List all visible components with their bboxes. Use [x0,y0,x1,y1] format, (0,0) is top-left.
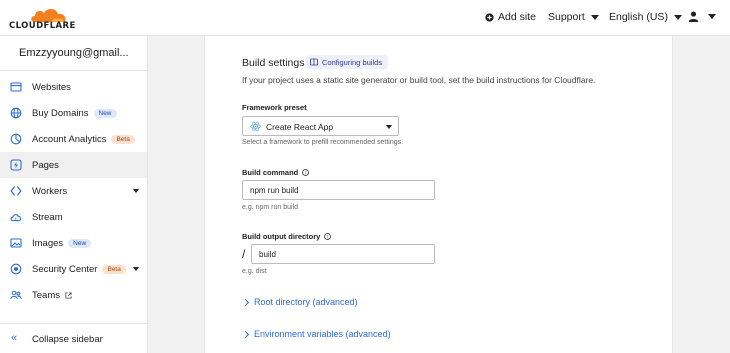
chevron-down-icon[interactable] [133,189,139,193]
sidebar-item-label: Stream [32,212,63,223]
sidebar-item-buy-domains[interactable]: Buy Domains New [0,100,147,126]
build-command-input[interactable] [242,180,435,200]
root-directory-toggle[interactable]: Root directory (advanced) [241,297,358,307]
build-settings-card: Build settings Configuring builds If you… [204,36,673,353]
plus-circle-icon [485,12,494,22]
sidebar-item-label-group: Images New [32,238,92,249]
framework-preset-select[interactable]: Create React App [242,116,399,136]
sidebar-item-label: Security Center [32,264,98,275]
workers-icon [10,186,22,196]
framework-preset-label-text: Framework preset [242,103,307,112]
sidebar-item-images[interactable]: Images New [0,230,147,256]
build-command-hint: e.g. npm run build [242,204,299,211]
sidebar-item-label: Account Analytics [32,134,107,145]
output-path-prefix: / [242,247,246,261]
sidebar-item-websites[interactable]: Websites [0,74,147,100]
new-badge: New [68,239,92,248]
root-directory-label: Root directory (advanced) [254,297,358,307]
language-label: English (US) [609,11,668,23]
analytics-icon [10,133,22,145]
framework-preset-label: Framework preset [242,103,307,112]
configuring-builds-link[interactable]: Configuring builds [306,55,389,69]
sidebar-item-label-group: Security Center Beta [32,264,126,275]
account-switcher[interactable]: Emzzyyoung@gmail... [0,36,147,71]
image-icon [10,238,22,248]
build-output-input[interactable] [251,244,435,264]
chevron-right-icon [241,330,250,338]
environment-variables-label: Environment variables (advanced) [254,329,391,339]
sidebar-item-label: Buy Domains [32,108,89,119]
browser-window-icon [10,82,22,92]
chevron-down-icon [708,14,716,19]
framework-preset-value: Create React App [266,122,334,132]
sidebar-item-label-group: Account Analytics Beta [32,134,135,145]
account-name: Emzzyyoung@gmail... [19,47,129,59]
double-chevron-left-icon: « [11,332,18,344]
sidebar-item-stream[interactable]: Stream [0,204,147,230]
chevron-down-icon [590,14,599,20]
user-icon [688,11,699,22]
sidebar-item-label: Images [32,238,64,249]
build-output-label-text: Build output directory [242,232,321,241]
chevron-right-icon [241,298,250,306]
sidebar-item-label-group: Teams [32,290,72,301]
sidebar: Emzzyyoung@gmail... Websites Buy Domains… [0,36,148,353]
sidebar-item-label: Websites [32,82,71,93]
add-site-button[interactable]: Add site [485,11,536,23]
build-settings-title: Build settings [242,57,305,69]
cloudflare-wordmark: CLOUDFLARE [9,21,76,31]
sidebar-item-pages[interactable]: Pages [0,152,147,178]
cloudflare-logo[interactable]: CLOUDFLARE [9,4,76,32]
support-menu[interactable]: Support [548,11,599,23]
add-site-label: Add site [498,11,536,23]
sidebar-item-label-group: Buy Domains New [32,108,117,119]
build-settings-description: If your project uses a static site gener… [242,75,596,85]
react-logo-icon [250,121,261,132]
user-menu[interactable] [688,11,716,22]
beta-badge: Beta [102,265,126,274]
sidebar-item-label: Teams [32,290,60,301]
environment-variables-toggle[interactable]: Environment variables (advanced) [241,329,391,339]
external-link-icon [65,292,72,299]
collapse-sidebar-label: Collapse sidebar [32,334,103,345]
info-icon[interactable]: i [324,233,332,240]
info-icon[interactable]: i [302,169,310,176]
beta-badge: Beta [111,135,135,144]
collapse-sidebar-button[interactable]: « Collapse sidebar [0,323,147,353]
globe-icon [10,107,22,119]
build-output-label: Build output directory i [242,232,332,241]
build-command-label: Build command i [242,168,310,177]
new-badge: New [93,109,117,118]
configuring-builds-label: Configuring builds [322,57,383,67]
security-icon [10,263,22,275]
chevron-down-icon [673,14,682,20]
cloud-stream-icon [10,214,21,222]
chevron-down-icon [386,125,392,129]
sidebar-item-account-analytics[interactable]: Account Analytics Beta [0,126,147,152]
chevron-down-icon[interactable] [133,267,139,271]
lightning-icon [10,159,22,171]
build-command-label-text: Build command [242,168,299,177]
support-label: Support [548,11,585,23]
sidebar-item-teams[interactable]: Teams [0,282,147,308]
book-icon [310,58,318,66]
sidebar-item-label: Workers [32,186,68,197]
framework-preset-hint: Select a framework to prefill recommende… [242,139,404,146]
top-navigation-bar: CLOUDFLARE Add site Support English (US) [0,0,730,36]
sidebar-item-workers[interactable]: Workers [0,178,147,204]
sidebar-item-label: Pages [32,160,59,171]
teams-icon [10,290,22,300]
language-menu[interactable]: English (US) [609,11,682,23]
sidebar-item-security-center[interactable]: Security Center Beta [0,256,147,282]
build-output-hint: e.g. dist [242,268,267,275]
